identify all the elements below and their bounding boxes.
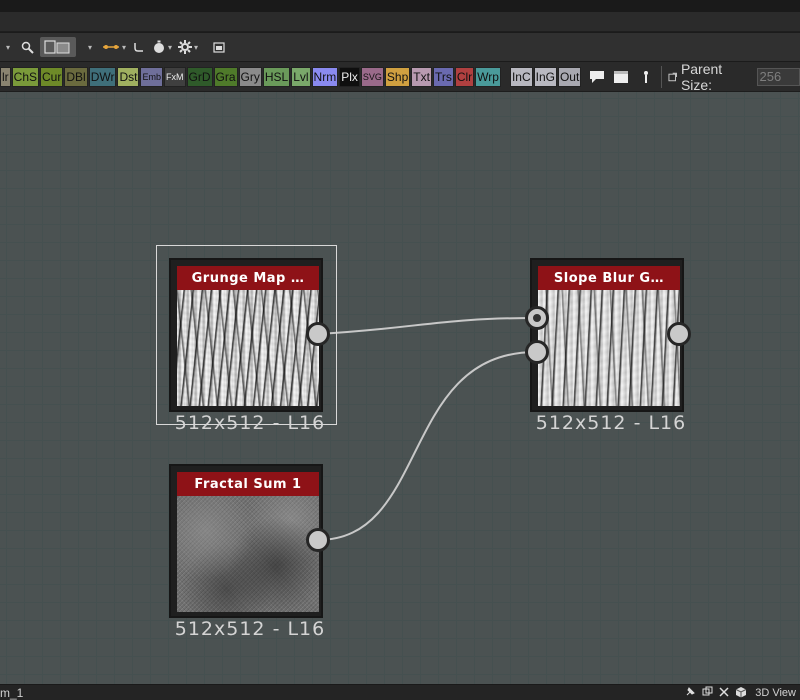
palette-chip-gra[interactable]: Gra bbox=[213, 66, 238, 87]
palette-chip-hsl[interactable]: HSL bbox=[262, 66, 291, 87]
node-fractal-sum[interactable]: Fractal Sum 1 512x512 - L16 bbox=[169, 464, 330, 640]
output-port[interactable] bbox=[306, 528, 330, 552]
wire-fractal-to-slope-slope-input[interactable] bbox=[317, 351, 537, 541]
palette-chip-ing[interactable]: InG bbox=[533, 66, 557, 87]
external-link-icon bbox=[668, 72, 677, 81]
zoom-icon[interactable] bbox=[20, 37, 34, 57]
palette-chip-dst[interactable]: Dst bbox=[117, 66, 140, 87]
node-thumbnail bbox=[538, 290, 680, 406]
node-size-label: 512x512 - L16 bbox=[174, 618, 326, 640]
palette-chip-nrm[interactable]: Nrm bbox=[311, 66, 339, 87]
separator bbox=[660, 65, 662, 88]
palette-chip-svg[interactable]: SVG bbox=[360, 66, 384, 87]
settings-gear-icon[interactable]: ▾ bbox=[178, 37, 198, 57]
palette-chip-cur[interactable]: Cur bbox=[40, 66, 64, 87]
parent-size-input[interactable]: 256 bbox=[756, 67, 800, 86]
bottom-bar: m_1 3D View bbox=[0, 684, 800, 700]
palette-chip-wrp[interactable]: Wrp bbox=[475, 66, 501, 87]
graph-canvas[interactable]: Grunge Map … 512x512 - L16 Slope Blur G…… bbox=[0, 92, 800, 684]
node-thumbnail bbox=[177, 496, 319, 612]
palette-chip-dwr[interactable]: DWr bbox=[88, 66, 117, 87]
frame-icon[interactable] bbox=[611, 67, 632, 87]
output-port[interactable] bbox=[667, 322, 691, 346]
palette-chip-gry[interactable]: Gry bbox=[238, 66, 262, 87]
frame-view-icon[interactable] bbox=[212, 37, 226, 57]
node-title: Slope Blur G… bbox=[538, 266, 680, 290]
comment-icon[interactable] bbox=[586, 67, 607, 87]
palette-chip-inc[interactable]: InC bbox=[509, 66, 533, 87]
slope-input-port[interactable] bbox=[525, 340, 549, 364]
palette-chip-clr[interactable]: Clr bbox=[454, 66, 475, 87]
palette-chip-shp[interactable]: Shp bbox=[384, 66, 411, 87]
float-panel-icon[interactable] bbox=[702, 686, 713, 700]
palette-chip-lvl[interactable]: Lvl bbox=[291, 66, 311, 87]
view-3d-tab[interactable]: 3D View bbox=[755, 687, 796, 699]
palette-chip-dbl[interactable]: DBl bbox=[64, 66, 88, 87]
palette-chip-fxm[interactable]: FxM bbox=[164, 66, 186, 87]
node-slope-blur[interactable]: Slope Blur G… 512x512 - L16 bbox=[525, 258, 691, 434]
atomic-node-shortcuts: lr ChS Cur DBl DWr Dst Emb FxM GrD Gra Gry HSL Lvl Nr… bbox=[0, 66, 582, 87]
wire-grunge-to-slope-input[interactable] bbox=[317, 317, 537, 335]
node-size-label: 512x512 - L16 bbox=[174, 412, 326, 434]
palette-chip-lr[interactable]: lr bbox=[0, 66, 11, 87]
input-port[interactable] bbox=[525, 306, 549, 330]
align-grid-icon[interactable] bbox=[40, 37, 76, 57]
node-thumbnail bbox=[177, 290, 319, 406]
dropdown-caret-icon[interactable]: ▾ bbox=[82, 37, 96, 57]
palette-chip-emb[interactable]: Emb bbox=[140, 66, 163, 87]
palette-chip-out[interactable]: Out bbox=[557, 66, 582, 87]
graph-tab-bar bbox=[0, 12, 800, 32]
palette-chip-plx[interactable]: Plx bbox=[339, 66, 360, 87]
node-title: Fractal Sum 1 bbox=[177, 472, 319, 496]
node-grunge-map[interactable]: Grunge Map … 512x512 - L16 bbox=[169, 258, 330, 434]
substance-designer-window: ▾ ▾ ▾ ▾ ▾ lr ChS Cur DBl DWr Dst Emb FxM GrD Gra G… bbox=[0, 0, 800, 700]
output-port[interactable] bbox=[306, 322, 330, 346]
graph-name-tab[interactable]: m_1 bbox=[0, 686, 23, 700]
pin-icon[interactable] bbox=[636, 67, 657, 87]
palette-chip-chs[interactable]: ChS bbox=[11, 66, 40, 87]
parent-size-label: Parent Size: bbox=[680, 60, 723, 93]
node-title: Grunge Map … bbox=[177, 266, 319, 290]
palette-chip-txt[interactable]: Txt bbox=[411, 66, 432, 87]
parent-size-control: Parent Size: 256 bbox=[668, 61, 800, 93]
curved-link-icon[interactable] bbox=[132, 37, 146, 57]
cube-3d-icon bbox=[735, 686, 747, 700]
palette-chip-trs[interactable]: Trs bbox=[432, 66, 454, 87]
dropdown-caret-icon[interactable]: ▾ bbox=[0, 37, 14, 57]
connector-style-icon[interactable]: ▾ bbox=[102, 37, 126, 57]
node-size-label: 512x512 - L16 bbox=[535, 412, 687, 434]
menu-bar bbox=[0, 0, 800, 12]
close-panel-icon[interactable] bbox=[719, 686, 729, 700]
node-palette: lr ChS Cur DBl DWr Dst Emb FxM GrD Gra Gry HSL Lvl Nr… bbox=[0, 61, 800, 93]
dock-controls: 3D View bbox=[685, 685, 796, 700]
palette-chip-grd[interactable]: GrD bbox=[186, 66, 213, 87]
graph-toolbar: ▾ ▾ ▾ ▾ ▾ bbox=[0, 33, 800, 61]
timer-icon[interactable]: ▾ bbox=[152, 37, 172, 57]
pin-panel-icon[interactable] bbox=[685, 686, 696, 700]
